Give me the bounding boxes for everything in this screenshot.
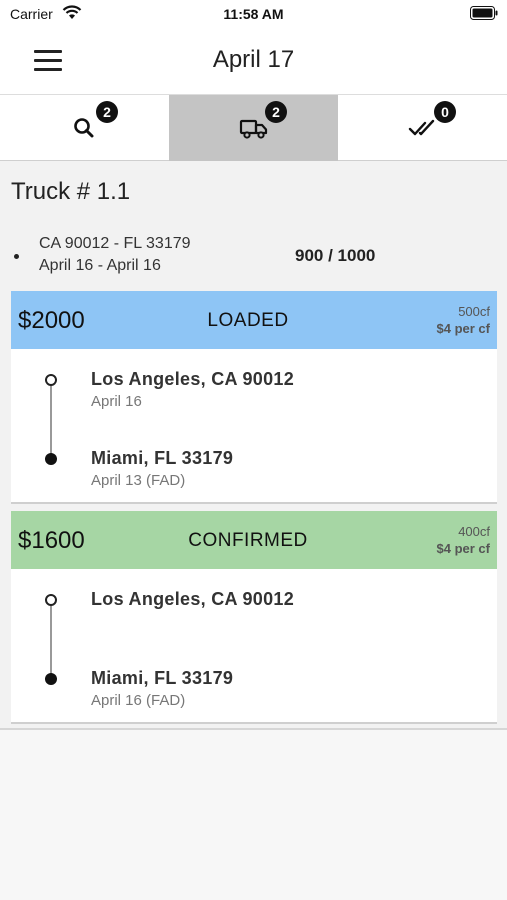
bullet-icon	[14, 254, 19, 259]
tab-search[interactable]: 2	[0, 95, 169, 161]
trucks-count-badge: 2	[265, 101, 287, 123]
destination-date: April 13 (FAD)	[91, 472, 186, 489]
load-status: CONFIRMED	[188, 530, 308, 551]
load-card-header: $1600 CONFIRMED 400cf $4 per cf	[11, 511, 497, 569]
truck-icon	[239, 119, 268, 139]
destination-city: Miami, FL 33179	[91, 448, 234, 468]
battery-icon	[470, 6, 498, 20]
nav-bar: April 17	[0, 28, 507, 94]
destination-city: Miami, FL 33179	[91, 668, 234, 688]
origin-dot-icon	[45, 594, 57, 606]
clock: 11:58 AM	[223, 6, 284, 22]
route-line	[50, 605, 52, 677]
origin-date: April 16	[91, 393, 142, 410]
load-status: LOADED	[207, 310, 289, 331]
search-icon	[74, 118, 94, 138]
empty-area	[0, 730, 507, 900]
destination-date: April 16 (FAD)	[91, 692, 186, 709]
tab-trucks[interactable]: 2	[169, 95, 338, 161]
truck-route: CA 90012 - FL 33179	[39, 235, 191, 252]
tab-bar: 2 2 0	[0, 94, 507, 161]
load-card-header: $2000 LOADED 500cf $4 per cf	[11, 291, 497, 349]
route-line	[50, 385, 52, 457]
load-rate: $4 per cf	[436, 541, 490, 556]
page-title: April 17	[212, 46, 295, 73]
destination-dot-icon	[45, 673, 57, 685]
truck-capacity: 900 / 1000	[295, 246, 376, 265]
origin-city: Los Angeles, CA 90012	[91, 589, 295, 609]
load-volume: 500cf	[458, 304, 490, 319]
truck-title: Truck # 1.1	[11, 178, 131, 205]
truck-dates: April 16 - April 16	[39, 257, 161, 274]
load-card[interactable]: $1600 CONFIRMED 400cf $4 per cf Los Ange…	[11, 511, 497, 724]
double-check-icon	[408, 119, 435, 136]
status-bar: Carrier 11:58 AM	[0, 0, 507, 28]
destination-dot-icon	[45, 453, 57, 465]
load-volume: 400cf	[458, 524, 490, 539]
origin-city: Los Angeles, CA 90012	[91, 369, 295, 389]
delivered-count-badge: 0	[434, 101, 456, 123]
tab-delivered[interactable]: 0	[338, 95, 507, 161]
search-count-badge: 2	[96, 101, 118, 123]
origin-dot-icon	[45, 374, 57, 386]
load-rate: $4 per cf	[436, 321, 490, 336]
load-card[interactable]: $2000 LOADED 500cf $4 per cf Los Angeles…	[11, 291, 497, 504]
